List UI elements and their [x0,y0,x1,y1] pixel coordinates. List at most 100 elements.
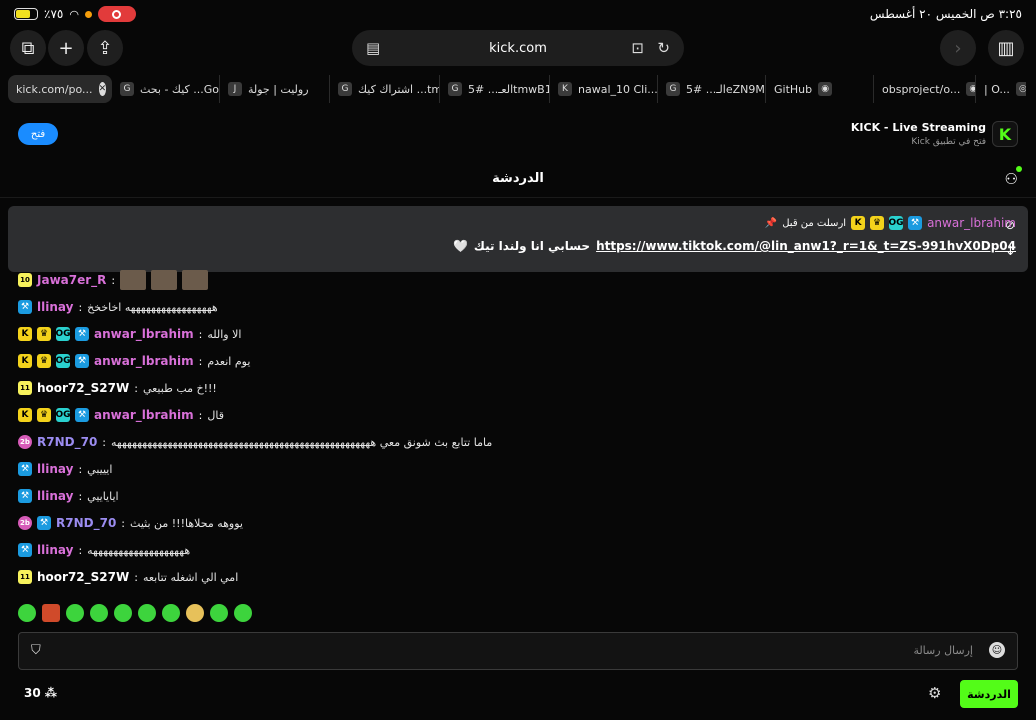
globe-icon: ◎ [1015,82,1026,96]
moderator-badge-icon: ⚒ [37,516,51,530]
pinned-username[interactable]: anwar_lbrahim [927,216,1016,230]
message-text: الا والله [207,327,242,341]
emote-icon[interactable] [66,604,84,622]
moderator-badge-icon: ⚒ [75,327,89,341]
google-icon: G [666,82,680,96]
message-text: قال [207,408,224,422]
chat-message: 11 hoor72_S27W: !!!خ مب طبيعي [18,378,217,398]
message-username[interactable]: llinay [37,489,73,503]
tab-label: GitHub [774,82,813,96]
emoji-icon[interactable]: ☺ [989,642,1005,658]
message-username[interactable]: llinay [37,300,73,314]
emote-icon [120,270,147,290]
tab-roulette[interactable]: J روليت | جولة [220,75,330,103]
emote-icon[interactable] [42,604,60,622]
tab-nawal-clip[interactable]: K nawal_10 Cli... [550,75,658,103]
shield-icon[interactable]: ⛉ [31,643,41,658]
address-bar[interactable]: ▤ kick.com ⊡ ↻ [352,30,684,66]
tab-other[interactable]: | O... ◎ [976,75,1026,103]
message-text: اياياييي [87,489,119,503]
tab-label: nawal_10 Cli... [578,82,658,96]
message-username[interactable]: anwar_lbrahim [94,327,194,341]
wifi-icon: ◠ [69,7,79,21]
message-username[interactable]: hoor72_S27W [37,570,129,584]
chat-message: ⚒ llinay: ايييبي [18,459,112,479]
pinned-link[interactable]: https://www.tiktok.com/@lin_anw1?_r=1&_t… [596,239,1016,253]
message-username[interactable]: hoor72_S27W [37,381,129,395]
chat-message: ⚒ llinay: اياياييي [18,486,119,506]
message-username[interactable]: Jawa7er_R [37,273,106,287]
orange-dot-icon [84,10,92,18]
tab-kick-subscription[interactable]: G اشتراك كيك ...tm [330,75,440,103]
message-username[interactable]: anwar_lbrahim [94,408,194,422]
extension-icon[interactable]: ⊡ [631,39,644,57]
chat-message: 2b R7ND_70: ماما تتابع بث شونق معي ههههه… [18,432,492,452]
kick-badge-icon: K [18,408,32,422]
pinned-body: https://www.tiktok.com/@lin_anw1?_r=1&_t… [453,239,1016,253]
message-username[interactable]: R7ND_70 [37,435,97,449]
message-text: يوم انعدم [207,354,251,368]
message-username[interactable]: llinay [37,462,73,476]
subscriber-badge-icon: 2b [18,435,32,449]
tab-label: kick.com/po... [16,82,93,96]
tab-kick[interactable]: kick.com/po... ✕ [8,75,112,103]
tab-bar: kick.com/po... ✕ G كيك - بحث ...Go J رول… [0,74,1036,104]
close-icon[interactable]: ✕ [98,82,107,96]
kick-icon: K [558,82,572,96]
emote-icon[interactable] [138,604,156,622]
open-in-app-button[interactable]: فتح [18,123,58,145]
og-badge-icon: OG [55,327,71,341]
og-badge-icon: OG [55,354,71,368]
tab-label: اشتراك كيك ...tm [358,82,440,96]
tab-obsproject[interactable]: obsproject/o... ◉ [874,75,976,103]
message-username[interactable]: llinay [37,543,73,557]
chat-message: K ♛ OG ⚒ anwar_lbrahim: يوم انعدم [18,351,250,371]
chat-header: الدردشة ⚇ [0,160,1036,198]
new-tab-button[interactable]: + [48,30,84,66]
emote-icon[interactable] [234,604,252,622]
share-button[interactable]: ⇪ [87,30,123,66]
message-username[interactable]: anwar_lbrahim [94,354,194,368]
subscriber-badge-icon: 11 [18,381,32,395]
moderator-badge-icon: ⚒ [18,462,32,476]
chat-input-placeholder: إرسال رسالة [913,644,973,657]
moderator-badge-icon: ⚒ [75,354,89,368]
tab-label: كيك - بحث ...Go [140,82,220,96]
chat-input[interactable]: ⛉ إرسال رسالة ☺ [18,632,1018,670]
screen-record-icon [97,6,136,22]
chat-send-button[interactable]: الدردشة [960,680,1018,708]
emote-icon[interactable] [18,604,36,622]
tab-favicon-icon: J [228,82,242,96]
message-text: ماما تتابع بث شونق معي ههههههههههههههههه… [111,435,493,449]
battery-icon [14,8,38,20]
forward-button[interactable]: › [940,30,976,66]
emote-icon[interactable] [114,604,132,622]
page-menu-icon[interactable]: ▤ [366,39,380,57]
message-text: يووهه محلاها!!! من بثيث [130,516,243,530]
gear-icon[interactable]: ⚙ [928,684,941,702]
tab-google-search[interactable]: G كيك - بحث ...Go [112,75,220,103]
moderator-badge-icon: ⚒ [18,300,32,314]
crown-badge-icon: ♛ [37,408,51,422]
tab-5ezn9m[interactable]: G الـ... #5eZN9M [658,75,766,103]
kick-logo: K [992,121,1018,147]
emote-icon[interactable] [90,604,108,622]
emote-icon[interactable] [162,604,180,622]
moderator-badge-icon: ⚒ [18,543,32,557]
reload-icon[interactable]: ↻ [657,39,670,57]
app-subtitle: فتح في تطبيق Kick [911,137,986,147]
tab-label: obsproject/o... [882,82,961,96]
sidebar-button[interactable]: ▥ [988,30,1024,66]
users-icon[interactable]: ⚇ [1005,166,1022,188]
quick-emotes [18,604,252,622]
tab-github[interactable]: GitHub ◉ [766,75,874,103]
status-bar: ٪٧٥ ◠ ٣:٢٥ ص الخميس ٢٠ أغسطس [0,0,1036,30]
pin-icon: 📌 [764,217,778,229]
tabs-overview-button[interactable]: ⧉ [10,30,46,66]
emote-icon[interactable] [210,604,228,622]
message-username[interactable]: R7ND_70 [56,516,116,530]
emote-icon[interactable] [186,604,204,622]
chat-message: K ♛ OG ⚒ anwar_lbrahim: قال [18,405,224,425]
tab-5tmwb1[interactable]: G العـ... #5tmwB1 [440,75,550,103]
og-badge-icon: OG [888,216,904,230]
